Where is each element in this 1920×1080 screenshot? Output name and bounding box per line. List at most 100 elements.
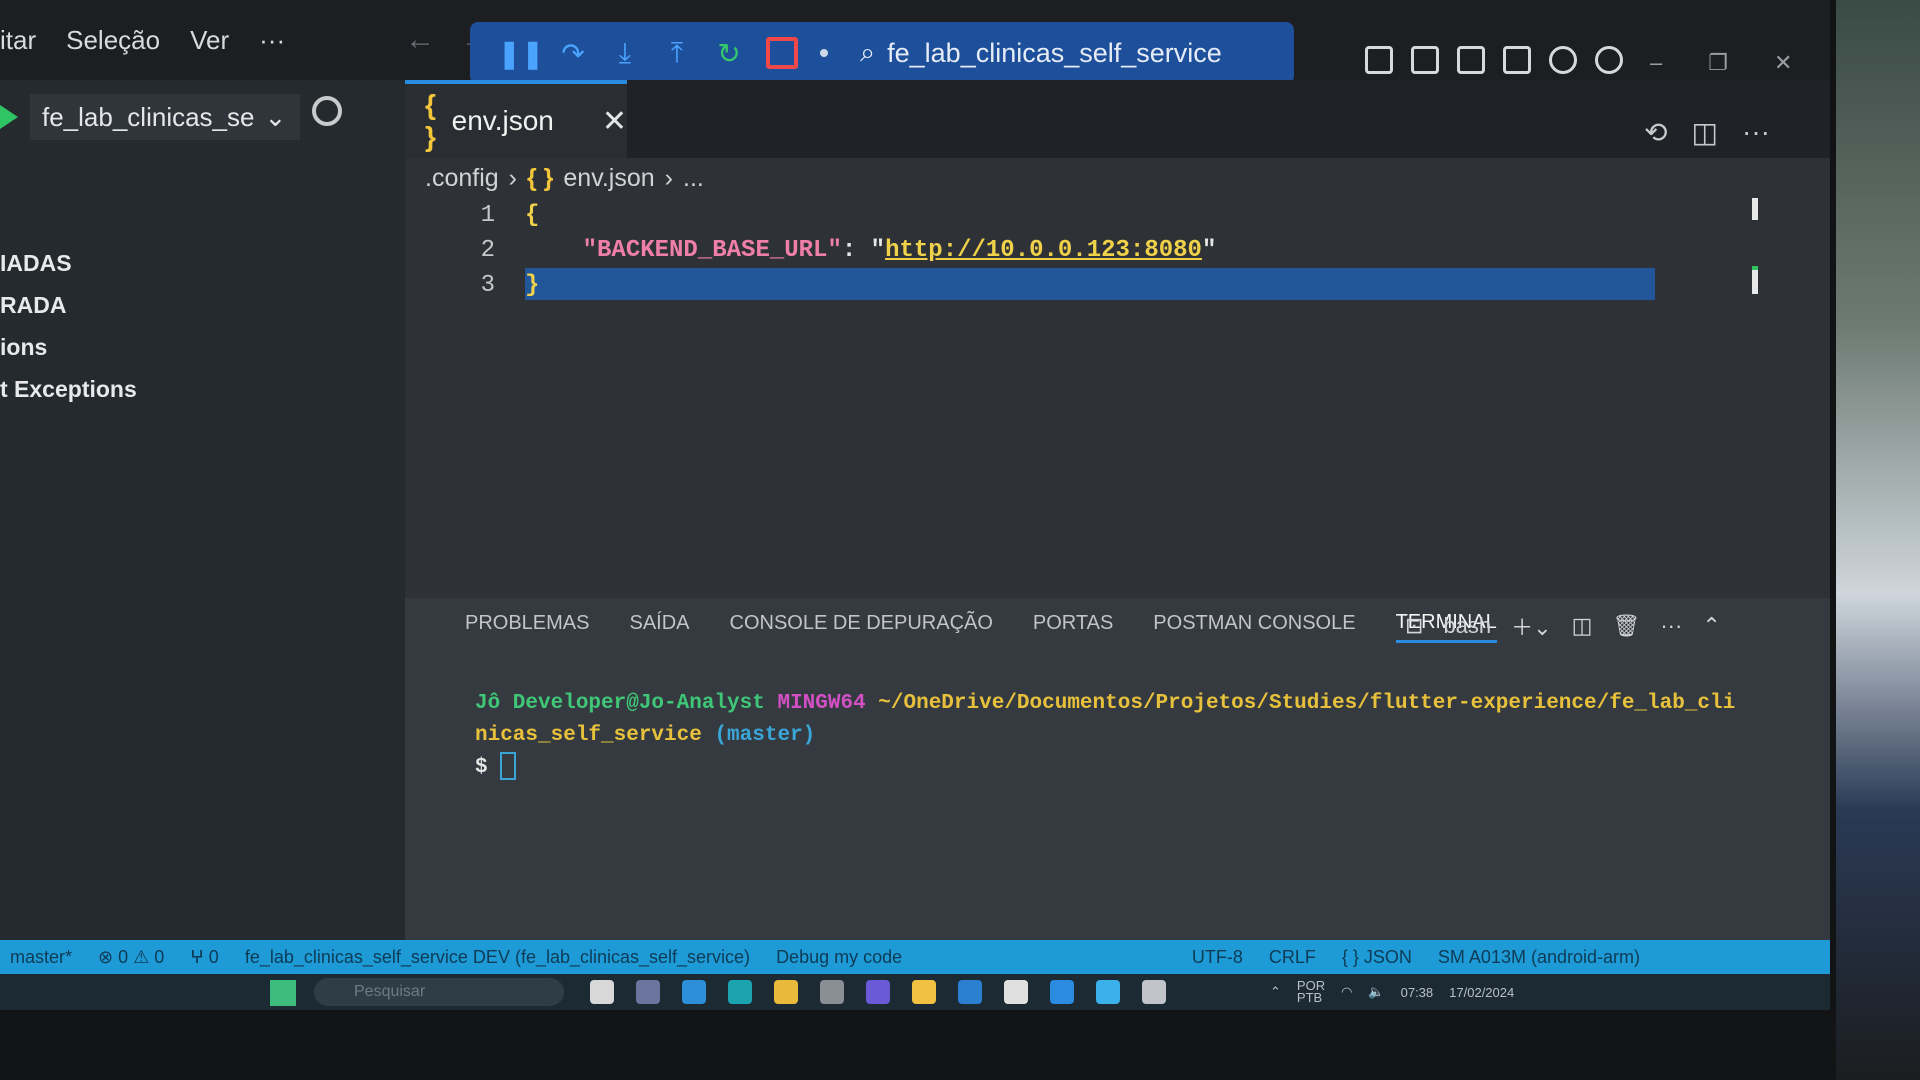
menu-view[interactable]: Ver xyxy=(190,25,229,56)
command-center-search[interactable]: ⌕ fe_lab_clinicas_self_service xyxy=(860,37,1222,69)
split-terminal-icon[interactable]: ◫ xyxy=(1572,613,1593,639)
tray-date[interactable]: 17/02/2024 xyxy=(1449,985,1514,1000)
panel-tabs: PROBLEMAS SAÍDA CONSOLE DE DEPURAÇÃO POR… xyxy=(465,598,1497,648)
edge-icon[interactable] xyxy=(728,980,752,1004)
account-icon[interactable] xyxy=(1549,46,1577,74)
search-icon: ⌕ xyxy=(860,37,876,67)
step-over-icon[interactable]: ↷ xyxy=(558,38,588,69)
trash-icon[interactable]: 🗑 xyxy=(1612,613,1640,639)
menu-more[interactable]: ··· xyxy=(259,25,285,56)
breadcrumb-folder[interactable]: .config xyxy=(425,164,499,193)
line-number: 1 xyxy=(480,202,495,229)
tab-postman-console[interactable]: POSTMAN CONSOLE xyxy=(1153,612,1355,635)
editor-tabs: { } env.json ✕ ⟲ ◫ ··· xyxy=(405,80,1830,158)
app-icon[interactable] xyxy=(866,980,890,1004)
volume-icon[interactable]: 🔈 xyxy=(1368,984,1384,1000)
scrollbar-thumb[interactable] xyxy=(1752,266,1758,294)
line-numbers: 1 2 3 xyxy=(455,198,495,303)
tray-time[interactable]: 07:38 xyxy=(1401,985,1434,1000)
status-language[interactable]: { } JSON xyxy=(1342,947,1412,968)
breadcrumb-symbol[interactable]: ... xyxy=(683,164,704,193)
taskbar-search[interactable]: Pesquisar xyxy=(314,978,564,1006)
status-debug-mode[interactable]: Debug my code xyxy=(776,947,902,968)
step-into-icon[interactable]: ⤓ xyxy=(610,37,640,68)
wifi-icon[interactable]: ◠ xyxy=(1341,984,1352,1000)
status-ports[interactable]: ⵖ 0 xyxy=(190,947,219,968)
json-url-value[interactable]: http://10.0.0.123:8080 xyxy=(885,237,1202,264)
status-branch[interactable]: master* xyxy=(10,947,72,968)
app-icon[interactable] xyxy=(958,980,982,1004)
maximize-button[interactable]: ❐ xyxy=(1708,50,1728,76)
back-arrow-icon[interactable]: ← xyxy=(405,23,435,57)
open-brace: { xyxy=(525,202,540,229)
breadcrumb-file[interactable]: env.json xyxy=(563,164,654,193)
breakpoint-item[interactable]: RADA xyxy=(0,292,66,319)
launch-config-select[interactable]: fe_lab_clinicas_se ⌄ xyxy=(30,94,300,140)
restart-icon[interactable]: ↻ xyxy=(714,38,744,69)
breakpoint-item[interactable]: t Exceptions xyxy=(0,376,137,403)
code-content: { "BACKEND_BASE_URL": "http://10.0.0.123… xyxy=(525,202,1217,299)
app-icon[interactable] xyxy=(912,980,936,1004)
status-encoding[interactable]: UTF-8 xyxy=(1192,947,1243,968)
more-actions-icon[interactable]: ··· xyxy=(1660,613,1682,639)
settings-icon[interactable] xyxy=(820,980,844,1004)
tab-debug-console[interactable]: CONSOLE DE DEPURAÇÃO xyxy=(730,612,993,635)
status-debug-target[interactable]: fe_lab_clinicas_self_service DEV (fe_lab… xyxy=(245,947,750,968)
tab-ports[interactable]: PORTAS xyxy=(1033,612,1113,635)
status-problems[interactable]: ⊗ 0 ⚠ 0 xyxy=(98,947,164,968)
settings-gear-icon[interactable] xyxy=(1595,46,1623,74)
taskbar-apps xyxy=(590,980,1166,1004)
launch-settings-gear-icon[interactable] xyxy=(312,96,342,126)
windows-taskbar: Pesquisar ⌃ POR PTB ◠ 🔈 07:38 17/02/2024 xyxy=(0,974,1830,1010)
app-icon[interactable] xyxy=(682,980,706,1004)
menu-selection[interactable]: Seleção xyxy=(66,25,160,56)
start-debugging-icon[interactable] xyxy=(0,105,18,129)
app-icon[interactable] xyxy=(636,980,660,1004)
status-eol[interactable]: CRLF xyxy=(1269,947,1316,968)
terminal-prompt: $ xyxy=(475,756,488,779)
step-out-icon[interactable]: ⤒ xyxy=(662,37,692,68)
breakpoint-item[interactable]: ions xyxy=(0,334,47,361)
terminal-icon: ⊡ xyxy=(1405,613,1424,638)
task-view-icon[interactable] xyxy=(590,980,614,1004)
terminal-path-cont: nicas_self_service xyxy=(475,724,702,747)
breakpoint-item[interactable]: IADAS xyxy=(0,250,72,277)
menu-edit[interactable]: itar xyxy=(0,25,36,56)
windows-start-icon[interactable] xyxy=(270,980,296,1006)
chevron-up-icon[interactable]: ⌃ xyxy=(1702,613,1720,639)
toggle-panel-icon[interactable] xyxy=(1411,46,1439,74)
toggle-sidebar-icon[interactable] xyxy=(1365,46,1393,74)
stop-icon[interactable] xyxy=(766,37,798,69)
tab-problems[interactable]: PROBLEMAS xyxy=(465,612,589,635)
terminal-output[interactable]: Jô Developer@Jo-Analyst MINGW64 ~/OneDri… xyxy=(475,688,1735,784)
json-file-icon: { } xyxy=(425,89,436,152)
system-tray: ⌃ POR PTB ◠ 🔈 07:38 17/02/2024 xyxy=(1270,979,1514,1004)
chrome-icon[interactable] xyxy=(1004,980,1028,1004)
more-actions-icon[interactable]: ··· xyxy=(1742,116,1770,149)
toggle-secondary-sidebar-icon[interactable] xyxy=(1457,46,1485,74)
tab-env-json[interactable]: { } env.json ✕ xyxy=(405,80,627,158)
tray-lang[interactable]: POR PTB xyxy=(1297,979,1325,1004)
file-explorer-icon[interactable] xyxy=(774,980,798,1004)
terminal-actions: ⊡ bash ＋⌄ ◫ 🗑 ··· ⌃ xyxy=(1405,610,1721,642)
minimize-button[interactable]: – xyxy=(1650,50,1662,76)
pause-icon[interactable]: ❚❚ xyxy=(498,38,545,69)
code-editor[interactable]: .config › { } env.json › ... 1 2 3 { "BA… xyxy=(405,158,1830,598)
timeline-icon[interactable]: ⟲ xyxy=(1644,116,1667,149)
chevron-right-icon: › xyxy=(508,164,517,192)
customize-layout-icon[interactable] xyxy=(1503,46,1531,74)
run-config-row: fe_lab_clinicas_se ⌄ xyxy=(0,94,300,140)
close-icon[interactable]: ✕ xyxy=(602,104,627,139)
vscode-icon[interactable] xyxy=(1050,980,1074,1004)
tab-output[interactable]: SAÍDA xyxy=(629,612,689,635)
split-editor-icon[interactable]: ◫ xyxy=(1692,116,1718,149)
tab-label: env.json xyxy=(451,105,554,136)
app-icon[interactable] xyxy=(1142,980,1166,1004)
chevron-up-icon[interactable]: ⌃ xyxy=(1270,984,1281,1000)
add-terminal-icon[interactable]: ＋⌄ xyxy=(1511,610,1551,642)
title-bar: itar Seleção Ver ··· ← → ❚❚ ↷ ⤓ ⤒ ↻ ⌕ fe… xyxy=(0,0,1830,84)
close-window-button[interactable]: ✕ xyxy=(1774,50,1792,76)
flutter-icon[interactable] xyxy=(1096,980,1120,1004)
status-device[interactable]: SM A013M (android-arm) xyxy=(1438,947,1640,968)
shell-label[interactable]: bash xyxy=(1443,613,1491,639)
